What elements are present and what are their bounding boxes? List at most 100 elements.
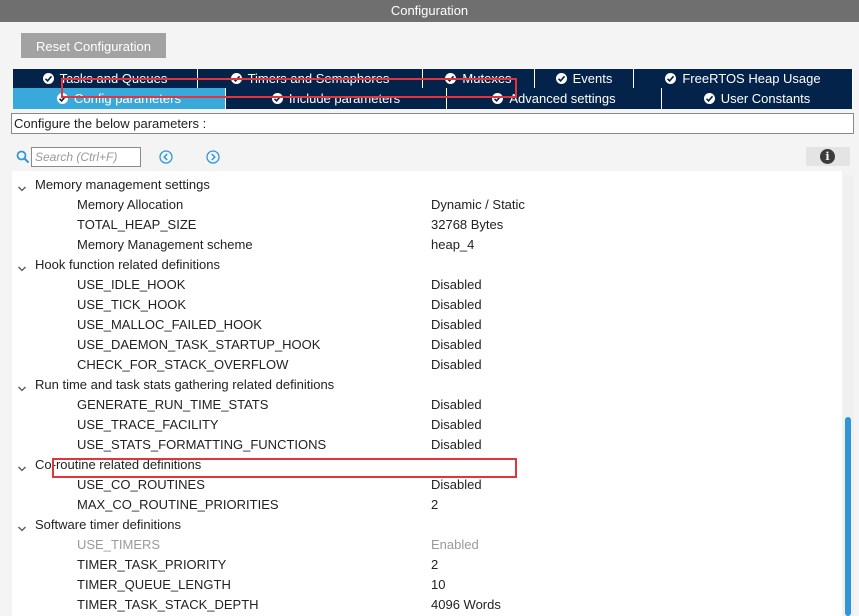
- tab-user-constants[interactable]: User Constants: [662, 88, 853, 109]
- group-label: Run time and task stats gathering relate…: [35, 377, 335, 392]
- check-circle-icon: [492, 93, 504, 104]
- parameter-name: USE_CO_ROUTINES: [77, 477, 205, 492]
- parameter-row[interactable]: TIMER_QUEUE_LENGTH 10: [12, 575, 842, 595]
- reset-configuration-button[interactable]: Reset Configuration: [21, 33, 166, 58]
- parameter-value[interactable]: Disabled: [431, 335, 482, 355]
- group-label: Software timer definitions: [35, 517, 181, 532]
- tab-config-parameters[interactable]: Config parameters: [13, 88, 226, 109]
- parameter-row[interactable]: USE_IDLE_HOOK Disabled: [12, 275, 842, 295]
- parameter-name: MAX_CO_ROUTINE_PRIORITIES: [77, 497, 279, 512]
- parameter-value[interactable]: heap_4: [431, 235, 474, 255]
- parameter-row[interactable]: TOTAL_HEAP_SIZE 32768 Bytes: [12, 215, 842, 235]
- parameter-value[interactable]: 32768 Bytes: [431, 215, 503, 235]
- tab-tasks-and-queues[interactable]: Tasks and Queues: [13, 69, 198, 88]
- parameter-name: TIMER_QUEUE_LENGTH: [77, 577, 231, 592]
- parameter-value[interactable]: Disabled: [431, 475, 482, 495]
- parameter-name: TIMER_TASK_STACK_DEPTH: [77, 597, 259, 612]
- parameter-row[interactable]: USE_DAEMON_TASK_STARTUP_HOOK Disabled: [12, 335, 842, 355]
- tree-group[interactable]: Run time and task stats gathering relate…: [12, 375, 842, 395]
- parameter-value[interactable]: Disabled: [431, 435, 482, 455]
- parameter-row[interactable]: Memory Allocation Dynamic / Static: [12, 195, 842, 215]
- parameter-name: TIMER_TASK_PRIORITY: [77, 557, 227, 572]
- tab-advanced-settings[interactable]: Advanced settings: [447, 88, 662, 109]
- parameter-name: USE_MALLOC_FAILED_HOOK: [77, 317, 262, 332]
- parameter-name: USE_TIMERS: [77, 537, 161, 552]
- parameter-value[interactable]: Disabled: [431, 295, 482, 315]
- parameter-value[interactable]: Dynamic / Static: [431, 195, 525, 215]
- chevron-down-icon[interactable]: [17, 260, 27, 272]
- parameter-row[interactable]: USE_TICK_HOOK Disabled: [12, 295, 842, 315]
- check-circle-icon: [271, 93, 283, 104]
- parameter-value[interactable]: Disabled: [431, 275, 482, 295]
- tab-bar-top: Tasks and Queues Timers and Semaphores Mut…: [13, 69, 853, 88]
- parameter-row[interactable]: CHECK_FOR_STACK_OVERFLOW Disabled: [12, 355, 842, 375]
- tab-events[interactable]: Events: [535, 69, 634, 88]
- tab-label: User Constants: [720, 91, 811, 106]
- tab-include-parameters[interactable]: Include parameters: [226, 88, 447, 109]
- parameter-name: USE_TICK_HOOK: [77, 297, 187, 312]
- check-circle-icon: [665, 73, 677, 84]
- parameter-row[interactable]: USE_MALLOC_FAILED_HOOK Disabled: [12, 315, 842, 335]
- group-label: Co-routine related definitions: [35, 457, 202, 472]
- previous-result-icon[interactable]: [159, 150, 173, 164]
- parameter-row[interactable]: TIMER_TASK_STACK_DEPTH 4096 Words: [12, 595, 842, 615]
- check-circle-icon: [445, 73, 457, 84]
- check-circle-icon: [555, 73, 567, 84]
- tree-group[interactable]: Co-routine related definitions: [12, 455, 842, 475]
- parameter-row[interactable]: USE_STATS_FORMATTING_FUNCTIONS Disabled: [12, 435, 842, 455]
- check-circle-icon: [230, 73, 242, 84]
- tab-freertos-heap-usage[interactable]: FreeRTOS Heap Usage: [634, 69, 853, 88]
- info-button[interactable]: i: [806, 147, 850, 166]
- parameter-value[interactable]: 2: [431, 495, 438, 515]
- parameter-row[interactable]: GENERATE_RUN_TIME_STATS Disabled: [12, 395, 842, 415]
- parameters-description: Configure the below parameters :: [11, 113, 854, 134]
- tab-timers-and-semaphores[interactable]: Timers and Semaphores: [198, 69, 423, 88]
- parameter-value[interactable]: 4096 Words: [431, 595, 501, 615]
- tree-group[interactable]: Hook function related definitions: [12, 255, 842, 275]
- chevron-down-icon[interactable]: [17, 380, 27, 392]
- vertical-scrollbar[interactable]: [843, 175, 854, 616]
- search-input[interactable]: [31, 147, 141, 167]
- search-icon: [16, 150, 30, 164]
- check-circle-icon: [42, 73, 54, 84]
- parameter-value[interactable]: 10: [431, 575, 445, 595]
- scrollbar-thumb[interactable]: [845, 417, 851, 616]
- parameter-name: USE_STATS_FORMATTING_FUNCTIONS: [77, 437, 327, 452]
- parameter-name: Memory Allocation: [77, 197, 184, 212]
- parameter-row[interactable]: USE_CO_ROUTINES Disabled: [12, 475, 842, 495]
- parameter-name: USE_DAEMON_TASK_STARTUP_HOOK: [77, 337, 321, 352]
- chevron-down-icon[interactable]: [17, 180, 27, 192]
- tab-label: Tasks and Queues: [59, 71, 168, 86]
- parameter-row[interactable]: USE_TIMERS Enabled: [12, 535, 842, 555]
- next-result-icon[interactable]: [206, 150, 220, 164]
- parameter-value[interactable]: Disabled: [431, 395, 482, 415]
- tab-mutexes[interactable]: Mutexes: [423, 69, 535, 88]
- parameter-name: GENERATE_RUN_TIME_STATS: [77, 397, 269, 412]
- parameter-row[interactable]: MAX_CO_ROUTINE_PRIORITIES 2: [12, 495, 842, 515]
- check-circle-icon: [703, 93, 715, 104]
- chevron-down-icon[interactable]: [17, 460, 27, 472]
- parameter-row[interactable]: Memory Management scheme heap_4: [12, 235, 842, 255]
- tree-group[interactable]: Software timer definitions: [12, 515, 842, 535]
- tab-label: Advanced settings: [509, 91, 616, 106]
- parameter-value[interactable]: Disabled: [431, 415, 482, 435]
- parameter-name: CHECK_FOR_STACK_OVERFLOW: [77, 357, 289, 372]
- parameter-row[interactable]: USE_TRACE_FACILITY Disabled: [12, 415, 842, 435]
- tab-label: FreeRTOS Heap Usage: [682, 71, 821, 86]
- parameter-row[interactable]: TIMER_TASK_PRIORITY 2: [12, 555, 842, 575]
- tab-bar-bottom: Config parameters Include parameters Advan…: [13, 88, 853, 109]
- group-label: Memory management settings: [35, 177, 210, 192]
- parameter-value[interactable]: 2: [431, 555, 438, 575]
- tab-label: Mutexes: [462, 71, 512, 86]
- parameter-name: USE_IDLE_HOOK: [77, 277, 186, 292]
- tab-label: Timers and Semaphores: [247, 71, 390, 86]
- parameter-value[interactable]: Disabled: [431, 315, 482, 335]
- parameter-value[interactable]: Disabled: [431, 355, 482, 375]
- check-circle-icon: [57, 93, 69, 104]
- tab-label: Events: [572, 71, 613, 86]
- chevron-down-icon[interactable]: [17, 520, 27, 532]
- parameter-value[interactable]: Enabled: [431, 535, 479, 555]
- tab-label: Include parameters: [288, 91, 401, 106]
- info-icon: i: [820, 149, 835, 164]
- tree-group[interactable]: Memory management settings: [12, 175, 842, 195]
